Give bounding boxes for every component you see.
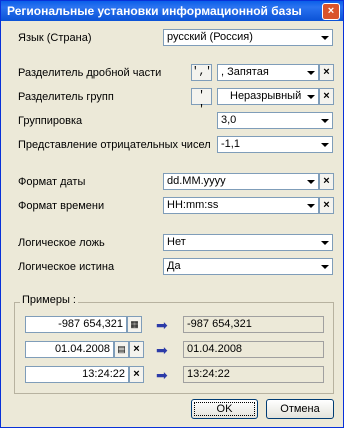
negative-format-label: Представление отрицательных чисел (18, 139, 211, 151)
language-select[interactable]: русский (Россия) (163, 29, 333, 46)
date-format-clear-icon[interactable]: × (319, 173, 334, 190)
chevron-down-icon[interactable] (303, 174, 318, 189)
group-separator-select[interactable]: Неразрывный п (217, 88, 319, 105)
example-date-output: 01.04.2008 (183, 341, 324, 358)
arrow-right-icon: ➡ (156, 367, 168, 383)
chevron-down-icon[interactable] (303, 89, 318, 104)
group-separator-label: Разделитель групп (18, 91, 114, 103)
group-separator-value: Неразрывный п (230, 90, 311, 102)
chevron-down-icon[interactable] (317, 113, 332, 128)
decimal-separator-label: Разделитель дробной части (18, 67, 162, 79)
negative-format-select[interactable]: -1,1 (217, 136, 333, 153)
example-time-input[interactable]: 13:24:22 (25, 366, 129, 383)
true-value-select[interactable]: Да (163, 258, 333, 275)
example-time-output-value: 13:24:22 (187, 368, 230, 380)
date-format-label: Формат даты (18, 176, 86, 188)
false-value-select[interactable]: Нет (163, 234, 333, 251)
decimal-separator-clear-icon[interactable]: × (319, 64, 334, 81)
chevron-down-icon[interactable] (303, 65, 318, 80)
time-format-select[interactable]: HH:mm:ss (163, 197, 319, 214)
arrow-right-icon: ➡ (156, 342, 168, 358)
calendar-icon[interactable]: ▤ (114, 341, 129, 358)
date-format-value: dd.MM.yyyy (167, 175, 226, 187)
false-value-value: Нет (167, 236, 186, 248)
example-date-input[interactable]: 01.04.2008 (25, 341, 114, 358)
decimal-separator-char: ',' (191, 64, 212, 81)
example-time-clear-icon[interactable]: × (129, 366, 144, 383)
decimal-separator-select[interactable]: , Запятая (217, 64, 319, 81)
true-value-value: Да (167, 260, 181, 272)
time-format-label: Формат времени (18, 200, 105, 212)
example-number-output: -987 654,321 (183, 316, 324, 333)
example-number-output-value: -987 654,321 (187, 318, 252, 330)
example-date-output-value: 01.04.2008 (187, 343, 243, 355)
group-separator-char: ' ' (191, 88, 212, 116)
date-format-select[interactable]: dd.MM.yyyy (163, 173, 319, 190)
calculator-icon[interactable]: ▦ (127, 316, 142, 333)
example-number-input-value: -987 654,321 (58, 318, 123, 330)
true-value-label: Логическое истина (18, 261, 115, 273)
examples-label: Примеры : (20, 294, 78, 306)
example-time-output: 13:24:22 (183, 366, 324, 383)
chevron-down-icon[interactable] (317, 235, 332, 250)
time-format-value: HH:mm:ss (167, 199, 219, 211)
ok-button[interactable]: OK (191, 399, 258, 419)
window-title: Региональные установки информационной ба… (7, 4, 302, 18)
grouping-value: 3,0 (221, 114, 237, 126)
negative-format-value: -1,1 (221, 138, 240, 150)
example-number-input[interactable]: -987 654,321 (25, 316, 127, 333)
grouping-label: Группировка (18, 115, 83, 127)
chevron-down-icon[interactable] (317, 30, 332, 45)
group-separator-clear-icon[interactable]: × (319, 88, 334, 105)
false-value-label: Логическое ложь (18, 237, 105, 249)
close-button[interactable]: × (322, 3, 340, 20)
chevron-down-icon[interactable] (317, 259, 332, 274)
chevron-down-icon[interactable] (303, 198, 318, 213)
arrow-right-icon: ➡ (156, 317, 168, 333)
grouping-select[interactable]: 3,0 (217, 112, 333, 129)
example-time-input-value: 13:24:22 (82, 368, 125, 380)
language-label: Язык (Страна) (18, 32, 92, 44)
example-date-clear-icon[interactable]: × (129, 341, 144, 358)
chevron-down-icon[interactable] (317, 137, 332, 152)
language-value: русский (Россия) (167, 31, 253, 43)
time-format-clear-icon[interactable]: × (319, 197, 334, 214)
decimal-separator-value: , Запятая (221, 66, 269, 78)
cancel-button[interactable]: Отмена (266, 399, 334, 419)
title-bar[interactable]: Региональные установки информационной ба… (1, 1, 343, 21)
example-date-input-value: 01.04.2008 (54, 343, 110, 355)
